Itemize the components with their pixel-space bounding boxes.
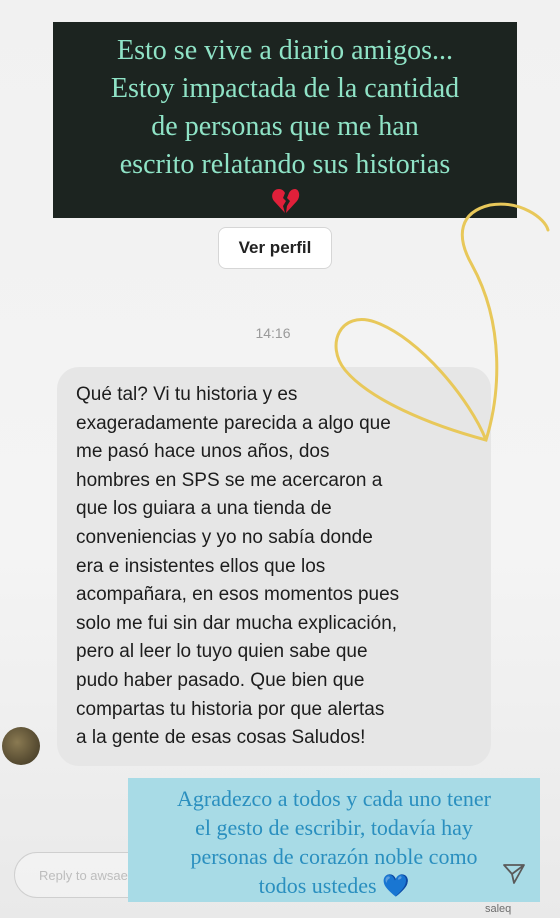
message-line: compartas tu historia por que alertas [76,698,385,720]
bottom-text-line: Agradezco a todos y cada uno tener [177,786,491,811]
sender-avatar[interactable] [2,727,40,765]
message-line: exageradamente parecida a algo que [76,412,391,434]
message-line: me pasó hace unos años, dos [76,441,330,463]
message-line: solo me fui sin dar mucha explicación, [76,612,398,634]
message-line: que los guiara a una tienda de [76,498,332,520]
message-line: pero al leer lo tuyo quien sabe que [76,641,368,663]
story-top-text-banner: Esto se vive a diario amigos... Estoy im… [53,22,517,218]
watermark: saleq [485,903,512,915]
bottom-text-line: el gesto de escribir, todavía hay [195,815,473,840]
top-text-line: de personas que me han [151,111,419,142]
bottom-text-line: todos ustedes 💙 [258,873,410,898]
message-line: conveniencias y yo no sabía donde [76,526,373,548]
bottom-text-line: personas de corazón noble como [190,844,478,869]
message-line: acompañara, en esos momentos pues [76,584,400,606]
message-line: a la gente de esas cosas Saludos! [76,727,366,749]
message-line: Qué tal? Vi tu historia y es [76,384,298,405]
view-profile-button[interactable]: Ver perfil [218,227,332,269]
story-bottom-text-banner: Agradezco a todos y cada uno tener el ge… [128,778,540,902]
message-line: hombres en SPS se me acercaron a [76,469,383,491]
message-line: pudo haber pasado. Que bien que [76,669,365,691]
message-line: era e insistentes ellos que los [76,555,326,577]
top-text-line: Esto se vive a diario amigos... [117,35,453,66]
send-icon[interactable] [502,863,526,885]
message-timestamp: 14:16 [255,325,291,341]
broken-heart-icon [272,189,300,213]
top-text-line: escrito relatando sus historias [119,149,451,180]
top-text-line: Estoy impactada de la cantidad [110,73,460,104]
message-bubble: Qué tal? Vi tu historia y es exageradame… [57,367,491,766]
